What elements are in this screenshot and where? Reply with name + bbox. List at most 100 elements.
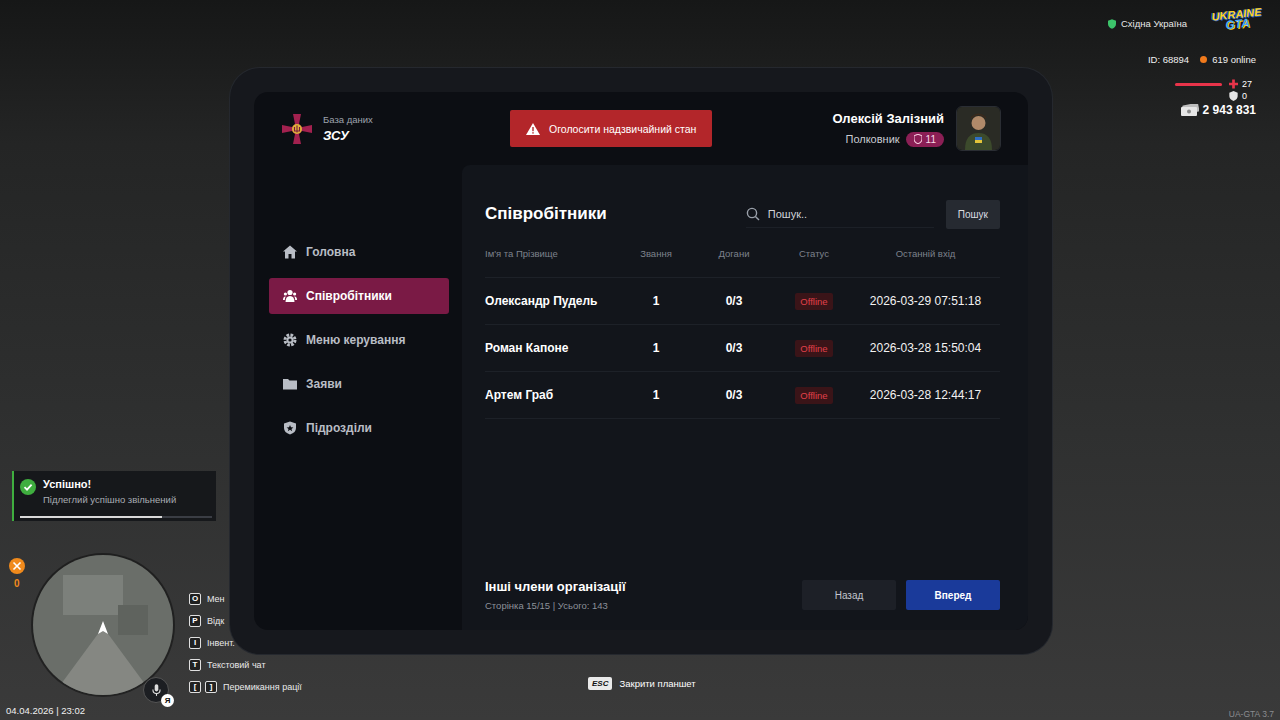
region-name: Східна Україна [1121, 18, 1187, 29]
brand-title: ЗСУ [323, 128, 373, 143]
tablet-screen: База даних ЗСУ Оголосити надзвичайний ст… [254, 92, 1028, 630]
check-icon [20, 479, 36, 495]
prev-button[interactable]: Назад [802, 580, 896, 610]
user-rank: Полковник [845, 133, 899, 145]
sidebar-item[interactable]: Головна [269, 234, 449, 270]
minimap[interactable] [33, 555, 173, 695]
tablet: База даних ЗСУ Оголосити надзвичайний ст… [230, 68, 1052, 654]
employee-rank: 1 [621, 341, 691, 355]
health-stat: 27 [1175, 79, 1256, 89]
footer-title: Інші члени організації [485, 579, 626, 594]
user-name: Олексій Залізний [832, 111, 944, 126]
logo-bottom: GTA [1225, 18, 1251, 32]
employee-name: Роман Капоне [485, 341, 621, 355]
esc-key[interactable]: ESC [588, 677, 612, 690]
notification-title: Успішно! [43, 478, 176, 490]
money-stat: 2 943 831 [1181, 103, 1256, 117]
online-dot-icon [1200, 56, 1207, 63]
table-header: Ім'я та ПрізвищеЗванняДоганиСтатусОстанн… [485, 240, 1000, 278]
employee-last-login: 2026-03-28 15:50:04 [851, 341, 1000, 355]
employee-last-login: 2026-03-29 07:51:18 [851, 294, 1000, 308]
key-cap: [ [189, 681, 201, 693]
search-placeholder: Пошук.. [768, 208, 807, 220]
column-header: Статус [777, 248, 851, 259]
employee-reprimands: 0/3 [691, 388, 777, 402]
search-button[interactable]: Пошук [946, 200, 1000, 229]
employee-name: Олександр Пудель [485, 294, 621, 308]
gear-icon [283, 333, 297, 347]
badge-shield-icon [914, 134, 922, 144]
user-info: Олексій Залізний Полковник 11 [832, 106, 1001, 151]
key-cap: ] [205, 681, 217, 693]
employee-rank: 1 [621, 388, 691, 402]
column-header: Ім'я та Прізвище [485, 248, 621, 259]
folder-icon [283, 377, 297, 391]
key-cap: I [189, 637, 201, 649]
page-title: Співробітники [485, 204, 734, 224]
home-icon [283, 245, 297, 259]
player-arrow-icon [98, 621, 108, 634]
game-version: UA-GTA 3.7 [1229, 709, 1274, 719]
column-header: Звання [621, 248, 691, 259]
user-avatar[interactable] [956, 106, 1001, 151]
sidebar-item[interactable]: Підрозділи [269, 410, 449, 446]
sidebar-item[interactable]: Співробітники [269, 278, 449, 314]
health-cross-icon [1229, 79, 1238, 89]
rank-level-badge: 11 [906, 132, 944, 147]
employee-status: Offline [777, 340, 851, 357]
tablet-header: База даних ЗСУ Оголосити надзвичайний ст… [254, 92, 1028, 165]
armor-value: 0 [1242, 91, 1256, 101]
brand-subtitle: База даних [323, 114, 373, 125]
employee-rank: 1 [621, 294, 691, 308]
hotkey-row: T Текстовий чат [189, 655, 302, 674]
player-stats: 27 0 2 943 831 [1175, 79, 1256, 117]
server-logo: UKRAINE GTA [1211, 6, 1263, 33]
armed-forces-emblem-icon [282, 114, 312, 144]
table-footer: Інші члени організації Сторінка 15/15 | … [485, 579, 1000, 611]
employee-last-login: 2026-03-28 12:44:17 [851, 388, 1000, 402]
close-hint-label: Закрити планшет [619, 678, 695, 689]
users-icon [283, 289, 297, 303]
employee-status: Offline [777, 387, 851, 404]
date-time: 04.04.2026 | 23:02 [6, 705, 85, 716]
key-cap: T [189, 659, 201, 671]
search-field[interactable]: Пошук.. [746, 201, 934, 228]
column-header: Останній вхід [851, 248, 1000, 259]
employee-reprimands: 0/3 [691, 341, 777, 355]
hotkey-label: Мен [207, 594, 225, 604]
hotkey-row: [] Перемикання рації [189, 677, 302, 696]
notification-progress [20, 516, 212, 518]
close-hint: ESC Закрити планшет [588, 677, 696, 690]
sidebar-item[interactable]: Заяви [269, 366, 449, 402]
hotkey-label: Текстовий чат [207, 660, 266, 670]
search-icon [746, 207, 760, 221]
column-header: Догани [691, 248, 777, 259]
table-row[interactable]: Олександр Пудель 1 0/3 Offline 2026-03-2… [485, 278, 1000, 325]
game-scene: Східна Україна UKRAINE GTA ID: 68894 619… [0, 0, 1280, 720]
notification-message: Підлеглий успішно звільнений [43, 494, 176, 505]
sidebar: Головна Співробітники Меню керування Зая… [254, 165, 462, 630]
weapon-count: 0 [14, 578, 20, 589]
key-cap: O [189, 593, 201, 605]
employee-reprimands: 0/3 [691, 294, 777, 308]
key-cap: P [189, 615, 201, 627]
table-row[interactable]: Артем Граб 1 0/3 Offline 2026-03-28 12:4… [485, 372, 1000, 419]
pagination-info: Сторінка 15/15 | Усього: 143 [485, 600, 626, 611]
shield-icon [283, 421, 297, 435]
shield-icon [1108, 19, 1116, 29]
sidebar-item[interactable]: Меню керування [269, 322, 449, 358]
armor-stat: 0 [1229, 91, 1256, 101]
content-panel: Співробітники Пошук.. Пошук Ім'я та Пріз… [462, 165, 1028, 630]
employees-table: Ім'я та ПрізвищеЗванняДоганиСтатусОстанн… [485, 240, 1000, 419]
armor-shield-icon [1229, 91, 1238, 101]
avatar-person-icon [957, 107, 1000, 150]
table-row[interactable]: Роман Капоне 1 0/3 Offline 2026-03-28 15… [485, 325, 1000, 372]
notification-toast: Успішно! Підлеглий успішно звільнений [12, 471, 216, 521]
tools-icon [9, 558, 25, 574]
next-button[interactable]: Вперед [906, 580, 1000, 610]
brand: База даних ЗСУ [282, 114, 510, 144]
player-id: ID: 68894 [1148, 54, 1189, 65]
health-value: 27 [1242, 79, 1256, 89]
warning-icon [526, 123, 540, 135]
emergency-button[interactable]: Оголосити надзвичайний стан [510, 110, 712, 147]
